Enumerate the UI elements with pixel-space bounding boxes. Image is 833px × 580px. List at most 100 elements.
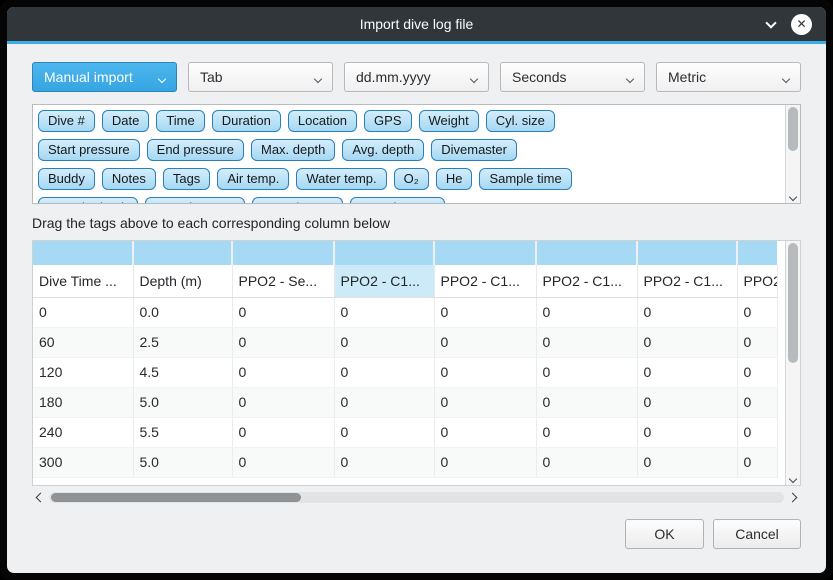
scroll-down-icon[interactable] <box>786 476 800 482</box>
scrollbar-thumb[interactable] <box>788 243 798 363</box>
cancel-button[interactable]: Cancel <box>713 519 801 549</box>
table-cell: 0 <box>637 357 737 387</box>
field-tag[interactable]: Air temp. <box>217 168 289 190</box>
chevron-down-icon <box>315 69 321 85</box>
tags-panel-rows: Dive # Date Time Duration Location GPS Weight C… <box>33 105 785 203</box>
column-header: PPO2 - C1... <box>434 265 536 297</box>
import-mode-select[interactable]: Manual import <box>32 62 177 92</box>
column-drop-target[interactable] <box>536 241 637 265</box>
field-tag[interactable]: Water temp. <box>296 168 386 190</box>
field-tag[interactable]: Divemaster <box>431 139 517 161</box>
shade-window-icon[interactable] <box>767 14 775 32</box>
table-cell: 0 <box>334 357 434 387</box>
field-tag[interactable]: Sample CNS <box>350 197 445 203</box>
column-drop-target[interactable] <box>232 241 334 265</box>
table-cell: 0 <box>334 417 434 447</box>
tag-row: Buddy Notes Tags Air temp. Water temp. O₂ He Sa… <box>38 168 780 190</box>
table-cell: 0 <box>334 387 434 417</box>
field-tag[interactable]: Weight <box>419 110 479 132</box>
combo-value: Seconds <box>512 69 566 85</box>
column-drop-target[interactable] <box>637 241 737 265</box>
tags-scrollbar[interactable] <box>785 105 800 203</box>
scrollbar-thumb[interactable] <box>51 493 301 502</box>
table-cell: 0 <box>434 327 536 357</box>
table-cell: 0 <box>637 417 737 447</box>
scrollbar-thumb[interactable] <box>788 107 798 151</box>
field-tag[interactable]: Buddy <box>38 168 95 190</box>
date-format-select[interactable]: dd.mm.yyyy <box>344 62 489 92</box>
field-tag[interactable]: Sample time <box>479 168 571 190</box>
table-cell: 0 <box>232 357 334 387</box>
table-cell: 120 <box>33 357 133 387</box>
table-cell: 0 <box>334 447 434 477</box>
table-scrollbar[interactable] <box>785 241 800 485</box>
column-header: PPO2 - C1... <box>637 265 737 297</box>
table-cell: 0 <box>637 327 737 357</box>
tag-row: Start pressure End pressure Max. depth Avg.… <box>38 139 780 161</box>
table-cell: 0.0 <box>133 297 232 327</box>
table-cell: 2.5 <box>133 327 232 357</box>
table-cell: 0 <box>33 297 133 327</box>
table-cell: 5.0 <box>133 447 232 477</box>
field-tag[interactable]: Avg. depth <box>342 139 424 161</box>
table-row: 602.5000000 <box>33 327 777 357</box>
field-tag[interactable]: Sample temp. <box>145 197 245 203</box>
table-cell: 0 <box>737 357 777 387</box>
field-tag[interactable]: Dive # <box>38 110 95 132</box>
column-drop-target[interactable] <box>334 241 434 265</box>
table-cell: 0 <box>536 357 637 387</box>
titlebar[interactable]: Import dive log file ✕ <box>7 7 826 41</box>
horizontal-scrollbar[interactable] <box>32 489 801 506</box>
field-tag[interactable]: End pressure <box>147 139 244 161</box>
column-header: PPO2 <box>737 265 777 297</box>
close-icon[interactable]: ✕ <box>791 14 812 35</box>
import-dialog: Import dive log file ✕ Manual import Tab <box>7 7 826 573</box>
scrollbar-track[interactable] <box>49 492 784 503</box>
column-header: Depth (m) <box>133 265 232 297</box>
table-cell: 0 <box>737 417 777 447</box>
field-tag[interactable]: Location <box>288 110 357 132</box>
field-tag[interactable]: Sample depth <box>38 197 138 203</box>
table-cell: 0 <box>536 327 637 357</box>
duration-format-select[interactable]: Seconds <box>500 62 645 92</box>
field-tag[interactable]: Max. depth <box>251 139 335 161</box>
units-select[interactable]: Metric <box>656 62 801 92</box>
column-drop-target[interactable] <box>33 241 133 265</box>
field-tag[interactable]: Start pressure <box>38 139 140 161</box>
table-cell: 0 <box>232 447 334 477</box>
field-tag[interactable]: Time <box>156 110 204 132</box>
field-tag[interactable]: Sample pO₂ <box>252 197 342 203</box>
combo-value: dd.mm.yyyy <box>356 69 431 85</box>
column-drop-target[interactable] <box>434 241 536 265</box>
scroll-right-icon[interactable] <box>789 494 799 501</box>
table-row: 1204.5000000 <box>33 357 777 387</box>
field-tag[interactable]: Date <box>102 110 149 132</box>
table-cell: 0 <box>334 327 434 357</box>
table-cell: 0 <box>737 327 777 357</box>
table-cell: 0 <box>737 447 777 477</box>
ok-button[interactable]: OK <box>625 519 704 549</box>
field-tag[interactable]: Cyl. size <box>486 110 555 132</box>
table-cell: 180 <box>33 387 133 417</box>
table-cell: 0 <box>434 447 536 477</box>
field-tag[interactable]: Tags <box>163 168 210 190</box>
scroll-down-icon[interactable] <box>786 194 800 200</box>
table-cell: 0 <box>536 447 637 477</box>
options-row: Manual import Tab dd.mm.yyyy Seconds Met… <box>32 62 801 92</box>
field-tag[interactable]: Notes <box>102 168 156 190</box>
field-tag[interactable]: O₂ <box>394 168 429 190</box>
table-row: 3005.0000000 <box>33 447 777 477</box>
field-tag[interactable]: Duration <box>212 110 281 132</box>
field-tag[interactable]: He <box>436 168 473 190</box>
drag-instruction: Drag the tags above to each correspondin… <box>32 215 801 231</box>
window-title: Import dive log file <box>7 16 826 32</box>
scroll-left-icon[interactable] <box>34 494 44 501</box>
field-tag[interactable]: GPS <box>364 110 411 132</box>
chevron-down-icon <box>627 69 633 85</box>
table-row: 00.0000000 <box>33 297 777 327</box>
column-drop-target[interactable] <box>133 241 232 265</box>
tag-row: Sample depth Sample temp. Sample pO₂ Sample… <box>38 197 780 203</box>
separator-select[interactable]: Tab <box>188 62 333 92</box>
column-drop-target[interactable] <box>737 241 777 265</box>
table-cell: 0 <box>737 387 777 417</box>
